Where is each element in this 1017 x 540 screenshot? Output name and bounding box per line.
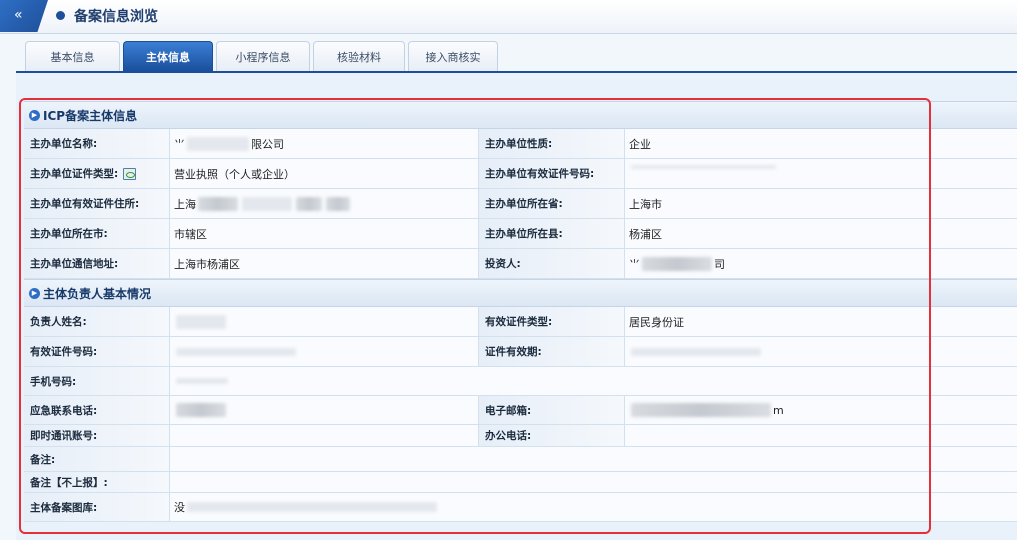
owner-section-header: ▶ 主体负责人基本情况 bbox=[24, 279, 1017, 307]
tab-bar: 基本信息 主体信息 小程序信息 核验材料 接入商核实 bbox=[25, 41, 498, 72]
field-label: 电子邮箱: bbox=[479, 396, 625, 424]
field-label: 证件有效期: bbox=[479, 337, 625, 366]
org-name-value: ⺌限公司 bbox=[170, 129, 479, 158]
cert-type-value: 营业执照（个人或企业） bbox=[170, 159, 479, 188]
redacted-block bbox=[631, 164, 776, 169]
section-title: 主体负责人基本情况 bbox=[43, 286, 152, 301]
emergency-phone-value bbox=[170, 396, 479, 424]
field-label: 有效证件类型: bbox=[479, 307, 625, 336]
redacted-block bbox=[631, 347, 761, 356]
redacted-block bbox=[198, 196, 238, 211]
table-row: 主办单位名称: ⺌限公司 主办单位性质: 企业 bbox=[24, 129, 1017, 159]
county-value: 杨浦区 bbox=[625, 219, 1017, 248]
tab-provider-verification[interactable]: 接入商核实 bbox=[408, 41, 498, 71]
owner-name-value bbox=[170, 307, 479, 336]
email-value: m bbox=[625, 396, 1017, 424]
org-nature-value: 企业 bbox=[625, 129, 1017, 158]
title-bullet-icon bbox=[56, 11, 65, 20]
certificate-view-icon[interactable] bbox=[123, 167, 137, 180]
tab-mini-program-info[interactable]: 小程序信息 bbox=[216, 41, 310, 71]
tab-verification-materials[interactable]: 核验材料 bbox=[313, 41, 405, 71]
table-row: 负责人姓名: 有效证件类型: 居民身份证 bbox=[24, 307, 1017, 337]
redacted-block bbox=[176, 347, 296, 356]
double-chevron-left-icon: « bbox=[14, 7, 23, 23]
field-label: 主办单位所在省: bbox=[479, 189, 625, 218]
field-label: 主办单位性质: bbox=[479, 129, 625, 158]
collapse-sidebar-button[interactable]: « bbox=[0, 0, 48, 32]
field-label: 主体备案图库: bbox=[24, 493, 170, 521]
tab-underline bbox=[16, 71, 1017, 73]
cert-number-value bbox=[625, 159, 1017, 188]
redacted-block bbox=[642, 256, 712, 271]
redacted-block bbox=[176, 403, 226, 417]
section-arrow-icon: ▶ bbox=[29, 109, 40, 121]
cert-address-value: 上海 bbox=[170, 189, 479, 218]
cert-validity-value bbox=[625, 337, 1017, 366]
province-value: 上海市 bbox=[625, 189, 1017, 218]
mobile-value bbox=[170, 367, 1017, 395]
remark-unreported-value bbox=[170, 472, 1017, 492]
table-row: 备注【不上报】: bbox=[24, 472, 1017, 493]
tab-subject-info[interactable]: 主体信息 bbox=[123, 41, 213, 71]
table-row: 主办单位所在市: 市辖区 主办单位所在县: 杨浦区 bbox=[24, 219, 1017, 249]
redacted-block bbox=[187, 136, 249, 151]
field-label: 主办单位通信地址: bbox=[24, 249, 170, 278]
tab-basic-info[interactable]: 基本信息 bbox=[25, 41, 120, 71]
redacted-block bbox=[176, 378, 228, 384]
investor-value: ⺌司 bbox=[625, 249, 1017, 278]
redacted-block bbox=[296, 196, 322, 211]
field-label: 负责人姓名: bbox=[24, 307, 170, 336]
redacted-block bbox=[176, 314, 226, 329]
remark-value bbox=[170, 447, 1017, 471]
field-label: 主办单位有效证件号码: bbox=[479, 159, 625, 188]
city-value: 市辖区 bbox=[170, 219, 479, 248]
mail-address-value: 上海市杨浦区 bbox=[170, 249, 479, 278]
field-label: 主办单位证件类型: bbox=[24, 159, 170, 188]
im-account-value bbox=[170, 425, 479, 446]
icp-section-header: ▶ ICP备案主体信息 bbox=[24, 101, 1017, 129]
field-label: 主办单位所在县: bbox=[479, 219, 625, 248]
field-label: 主办单位名称: bbox=[24, 129, 170, 158]
table-row: 即时通讯账号: 办公电话: bbox=[24, 425, 1017, 447]
table-row: 手机号码: bbox=[24, 367, 1017, 396]
subject-info-table: ▶ ICP备案主体信息 主办单位名称: ⺌限公司 主办单位性质: 企业 主办单位… bbox=[24, 101, 1017, 522]
page-title: 备案信息浏览 bbox=[74, 9, 158, 25]
table-row: 有效证件号码: 证件有效期: bbox=[24, 337, 1017, 367]
field-label: 手机号码: bbox=[24, 367, 170, 395]
redacted-block bbox=[326, 196, 350, 211]
field-label: 主办单位所在市: bbox=[24, 219, 170, 248]
field-label: 备注: bbox=[24, 447, 170, 471]
field-label: 主办单位有效证件住所: bbox=[24, 189, 170, 218]
table-row: 应急联系电话: 电子邮箱: m bbox=[24, 396, 1017, 425]
office-phone-value bbox=[625, 425, 1017, 446]
owner-cert-number-value bbox=[170, 337, 479, 366]
field-label: 有效证件号码: bbox=[24, 337, 170, 366]
table-row: 主办单位证件类型: 营业执照（个人或企业） 主办单位有效证件号码: bbox=[24, 159, 1017, 189]
top-header: « 备案信息浏览 bbox=[0, 0, 1017, 34]
redacted-block bbox=[187, 502, 437, 512]
field-label: 投资人: bbox=[479, 249, 625, 278]
subject-gallery-value: 没 bbox=[170, 493, 1017, 521]
field-label: 应急联系电话: bbox=[24, 396, 170, 424]
section-arrow-icon: ▶ bbox=[29, 287, 40, 299]
table-row: 主体备案图库: 没 bbox=[24, 493, 1017, 522]
table-row: 备注: bbox=[24, 447, 1017, 472]
field-label: 办公电话: bbox=[479, 425, 625, 446]
table-row: 主办单位有效证件住所: 上海 主办单位所在省: 上海市 bbox=[24, 189, 1017, 219]
field-label: 备注【不上报】: bbox=[24, 472, 170, 492]
redacted-block bbox=[242, 196, 292, 211]
section-title: ICP备案主体信息 bbox=[43, 108, 138, 123]
field-label: 即时通讯账号: bbox=[24, 425, 170, 446]
redacted-block bbox=[631, 403, 771, 417]
table-row: 主办单位通信地址: 上海市杨浦区 投资人: ⺌司 bbox=[24, 249, 1017, 279]
owner-cert-type-value: 居民身份证 bbox=[625, 307, 1017, 336]
